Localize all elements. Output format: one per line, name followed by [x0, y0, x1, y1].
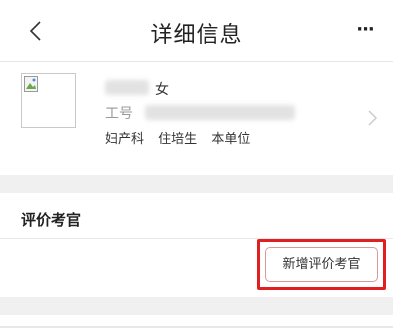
chevron-right-icon — [368, 110, 378, 126]
add-examiner-button[interactable]: 新增评价考官 — [265, 247, 378, 282]
profile-card[interactable]: 女 工号 妇产科 住培生 本单位 — [0, 63, 393, 175]
profile-tags: 妇产科 住培生 本单位 — [105, 128, 260, 147]
gender-text: 女 — [155, 82, 169, 98]
chevron-left-icon — [29, 21, 41, 41]
broken-image-icon — [24, 76, 38, 92]
unit-tag: 本单位 — [211, 132, 251, 147]
section-gap — [0, 175, 393, 193]
page-title: 详细信息 — [150, 23, 243, 48]
more-horizontal-icon: ··· — [356, 19, 374, 40]
employee-id-label: 工号 — [105, 106, 133, 122]
trainee-type-tag: 住培生 — [158, 132, 198, 147]
department-tag: 妇产科 — [105, 132, 145, 147]
back-button[interactable] — [20, 14, 54, 48]
header-bar: 详细信息 ··· — [0, 0, 393, 62]
section-title: 评价考官 — [21, 211, 82, 229]
employee-id-redacted — [145, 105, 295, 120]
more-button[interactable]: ··· — [351, 18, 379, 46]
name-redacted — [105, 80, 149, 95]
avatar — [21, 73, 76, 128]
section-gap-bottom — [0, 297, 393, 315]
